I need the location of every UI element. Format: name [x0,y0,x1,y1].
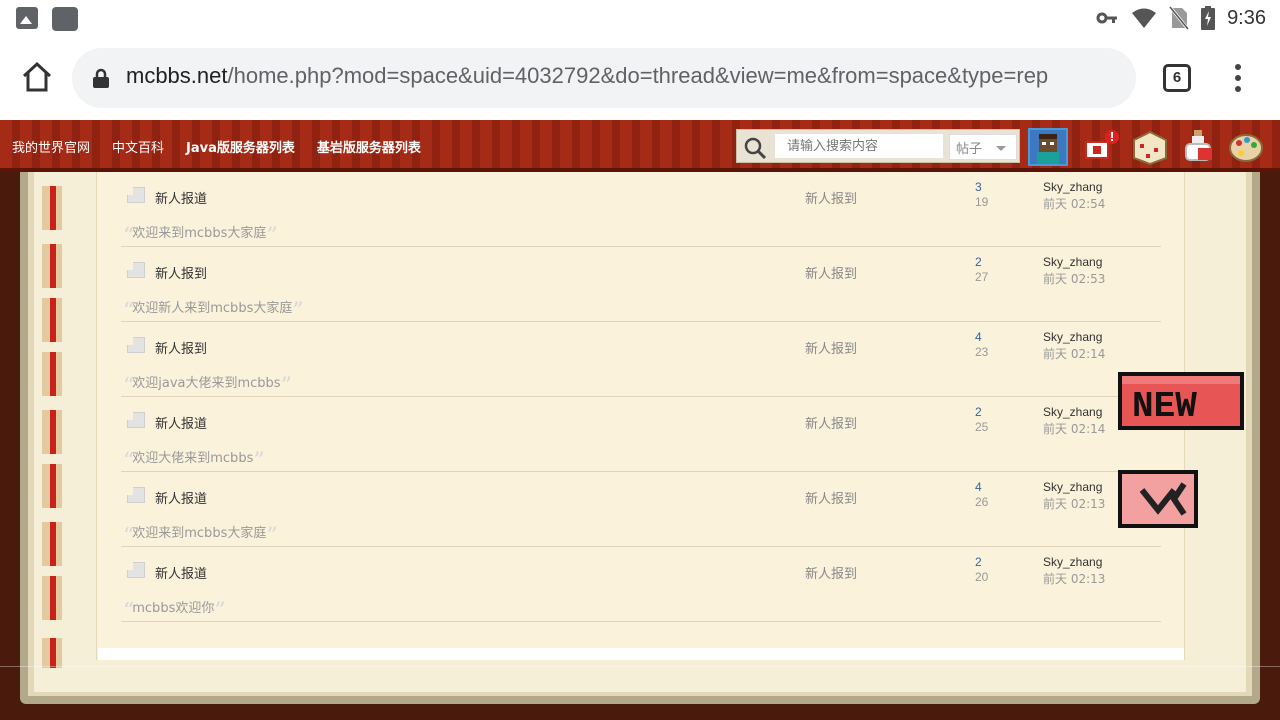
tabs-icon[interactable]: 6 [1163,64,1191,92]
site-nav: 我的世界官网 中文百科 Java版服务器列表 基岩版服务器列表 帖子 [0,120,1280,172]
url-path: /home.php?mod=space&uid=4032792&do=threa… [227,63,1049,88]
thread-title[interactable]: 新人报到 [155,338,207,357]
nav-link-bedrock-servers[interactable]: 基岩版服务器列表 [317,137,421,156]
search-type-select[interactable]: 帖子 [949,134,1017,160]
thread-icon [127,412,145,428]
nav-link-minecraft-official[interactable]: 我的世界官网 [12,137,90,156]
thread-forum[interactable]: 新人报到 [805,188,857,207]
view-count: 20 [975,570,989,584]
nav-link-wiki[interactable]: 中文百科 [112,137,164,156]
page-frame: 新人报道 新人报到 3 19 Sky_zhang 前天 02:54 “欢迎来到m… [0,172,1280,720]
view-count: 27 [975,270,989,284]
potion-icon[interactable] [1180,128,1220,166]
menu-icon[interactable] [1228,64,1248,94]
view-count: 25 [975,420,989,434]
last-post-time: 前天 02:54 [1043,197,1106,211]
wifi-icon [1132,8,1157,28]
home-icon[interactable] [20,60,54,94]
thread-icon [127,562,145,578]
browser-toolbar: mcbbs.net/home.php?mod=space&uid=4032792… [0,36,1280,120]
book-spine [42,172,66,672]
last-poster[interactable]: Sky_zhang [1043,405,1102,419]
thread-forum[interactable]: 新人报到 [805,263,857,282]
reply-count[interactable]: 3 [975,180,982,194]
thread-list: 新人报道 新人报到 3 19 Sky_zhang 前天 02:54 “欢迎来到m… [96,172,1185,660]
table-row[interactable]: 新人报到 新人报到 4 23 Sky_zhang 前天 02:14 “欢迎jav… [121,322,1161,399]
thread-title[interactable]: 新人报道 [155,188,207,207]
last-poster[interactable]: Sky_zhang [1043,255,1102,269]
table-row[interactable]: 新人报道 新人报到 2 25 Sky_zhang 前天 02:14 “欢迎大佬来… [121,397,1161,474]
thread-forum[interactable]: 新人报到 [805,338,857,357]
table-row[interactable]: 新人报道 新人报到 4 26 Sky_zhang 前天 02:13 “欢迎来到m… [121,472,1161,549]
url-host: mcbbs.net [126,63,228,88]
reply-quote: “欢迎来到mcbbs大家庭” [123,224,278,249]
table-row[interactable]: 新人报到 新人报到 2 27 Sky_zhang 前天 02:53 “欢迎新人来… [121,247,1161,324]
table-row[interactable]: 新人报道 新人报到 3 19 Sky_zhang 前天 02:54 “欢迎来到m… [121,172,1161,249]
last-post-time: 前天 02:14 [1043,347,1106,361]
no-sim-icon [1169,6,1190,30]
reply-quote-text: 欢迎来到mcbbs大家庭 [132,226,267,241]
reply-quote-text: 欢迎java大佬来到mcbbs [132,376,281,391]
nav-link-java-servers[interactable]: Java版服务器列表 [186,137,295,156]
cake-icon[interactable] [1130,128,1170,166]
notification-icon[interactable] [1082,128,1122,166]
reply-count[interactable]: 2 [975,255,982,269]
reply-quote-text: 欢迎新人来到mcbbs大家庭 [132,301,293,316]
lock-icon [93,68,109,88]
last-post-time: 前天 02:53 [1043,272,1106,286]
thread-forum[interactable]: 新人报到 [805,488,857,507]
url-text[interactable]: mcbbs.net/home.php?mod=space&uid=4032792… [126,63,1048,89]
thread-icon [127,262,145,278]
reply-quote: “欢迎来到mcbbs大家庭” [123,524,278,549]
clock: 9:36 [1227,6,1266,29]
reply-quote: “欢迎java大佬来到mcbbs” [123,374,292,399]
last-poster[interactable]: Sky_zhang [1043,555,1102,569]
thread-icon [127,337,145,353]
reply-count[interactable]: 4 [975,330,982,344]
thread-icon [127,187,145,203]
reply-count[interactable]: 2 [975,405,982,419]
app-icon [52,7,78,31]
reply-count[interactable]: 2 [975,555,982,569]
last-poster[interactable]: Sky_zhang [1043,180,1102,194]
last-poster[interactable]: Sky_zhang [1043,330,1102,344]
reply-quote-text: mcbbs欢迎你 [132,601,215,616]
thread-forum[interactable]: 新人报到 [805,413,857,432]
status-bar: 9:36 [0,0,1280,36]
last-poster[interactable]: Sky_zhang [1043,480,1102,494]
image-icon [16,7,38,29]
reply-quote: “mcbbs欢迎你” [123,599,226,624]
last-post-time: 前天 02:14 [1043,422,1106,436]
view-count: 26 [975,495,989,509]
new-tab-label: NEW [1132,386,1197,427]
avatar[interactable] [1028,128,1068,166]
battery-icon [1201,6,1216,30]
thread-title[interactable]: 新人报道 [155,563,207,582]
search-box: 帖子 [736,129,1020,163]
reply-quote: “欢迎新人来到mcbbs大家庭” [123,299,304,324]
thread-icon [127,487,145,503]
reply-count[interactable]: 4 [975,480,982,494]
key-icon [1096,12,1118,24]
last-post-time: 前天 02:13 [1043,497,1106,511]
reply-quote: “欢迎大佬来到mcbbs” [123,449,265,474]
reply-quote-text: 欢迎来到mcbbs大家庭 [132,526,267,541]
table-row[interactable]: 新人报道 新人报到 2 20 Sky_zhang 前天 02:13 “mcbbs… [121,547,1161,624]
thread-title[interactable]: 新人报道 [155,488,207,507]
secondary-tab[interactable] [1118,470,1200,532]
view-count: 23 [975,345,989,359]
view-count: 19 [975,195,989,209]
thread-title[interactable]: 新人报到 [155,263,207,282]
thread-forum[interactable]: 新人报到 [805,563,857,582]
thread-title[interactable]: 新人报道 [155,413,207,432]
search-input[interactable] [775,134,943,158]
palette-icon[interactable] [1226,128,1266,166]
last-post-time: 前天 02:13 [1043,572,1106,586]
new-posts-tab[interactable]: NEW [1118,372,1252,434]
reply-quote-text: 欢迎大佬来到mcbbs [132,451,254,466]
search-icon[interactable] [743,136,767,160]
url-bar[interactable]: mcbbs.net/home.php?mod=space&uid=4032792… [72,48,1136,108]
